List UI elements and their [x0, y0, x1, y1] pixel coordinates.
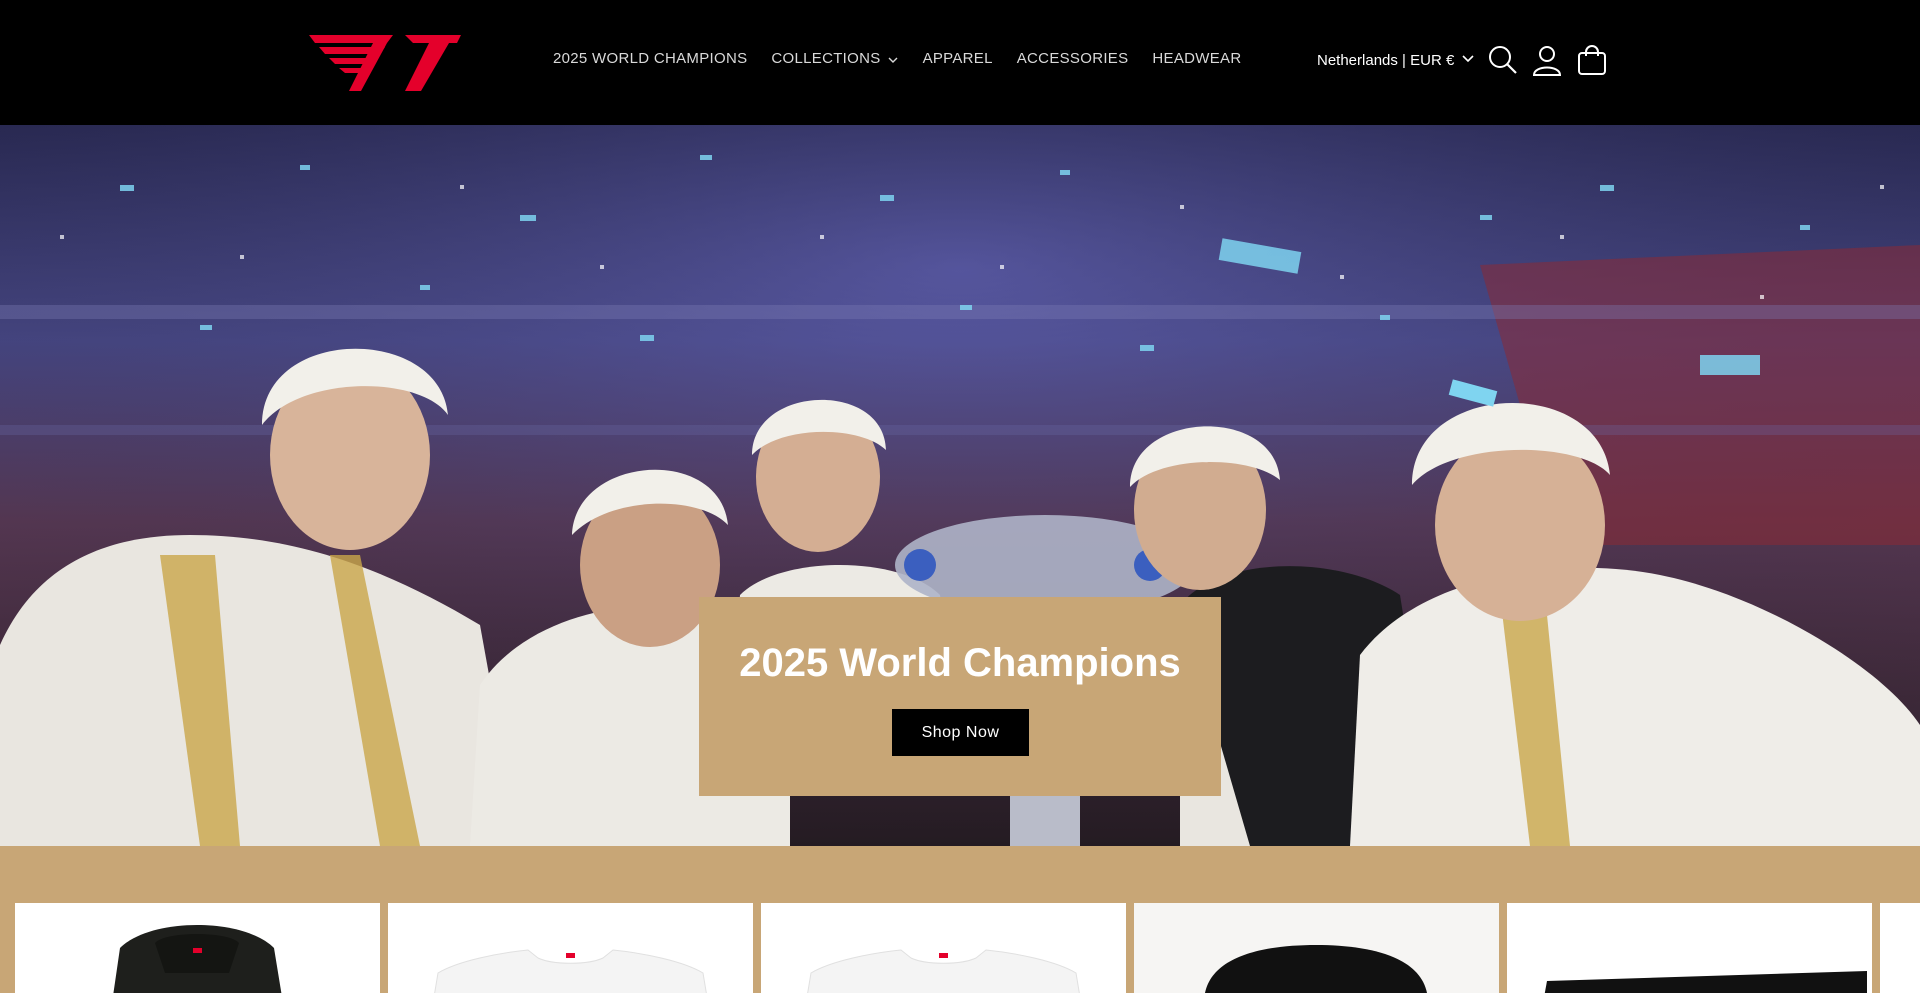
nav-item-label: COLLECTIONS	[771, 50, 881, 67]
shop-now-button[interactable]: Shop Now	[892, 709, 1029, 756]
chevron-down-icon	[1461, 51, 1475, 69]
nav-item-label: HEADWEAR	[1152, 50, 1242, 67]
cart-icon[interactable]	[1576, 44, 1608, 76]
nav-item-2025-world-champions[interactable]: 2025 WORLD CHAMPIONS	[553, 50, 747, 67]
nav-item-headwear[interactable]: HEADWEAR	[1152, 50, 1241, 67]
product-card[interactable]	[761, 903, 1126, 993]
product-image-tshirt	[807, 949, 1080, 993]
account-icon[interactable]	[1531, 44, 1563, 76]
main-nav: 2025 WORLD CHAMPIONS COLLECTIONS APPAREL…	[553, 50, 1242, 67]
product-image-hoodie	[113, 925, 282, 993]
nav-item-apparel[interactable]: APPAREL	[923, 50, 993, 67]
product-card[interactable]	[388, 903, 753, 993]
nav-item-collections[interactable]: COLLECTIONS	[771, 50, 898, 67]
chevron-down-icon	[887, 53, 899, 65]
product-carousel	[0, 846, 1920, 993]
region-label: Netherlands | EUR €	[1317, 51, 1455, 69]
region-selector[interactable]: Netherlands | EUR €	[1317, 51, 1475, 69]
product-image-beanie	[1205, 945, 1427, 993]
site-header: 2025 WORLD CHAMPIONS COLLECTIONS APPAREL…	[0, 0, 1920, 125]
hero-banner: 2025 World Champions Shop Now	[0, 125, 1920, 846]
search-icon[interactable]	[1487, 44, 1519, 76]
nav-item-label: ACCESSORIES	[1016, 50, 1129, 67]
product-card-partial[interactable]	[1880, 903, 1920, 993]
product-image-tshirt	[434, 949, 707, 993]
product-card[interactable]	[1134, 903, 1499, 993]
hero-promo-card: 2025 World Champions Shop Now	[699, 597, 1221, 796]
nav-item-label: 2025 WORLD CHAMPIONS	[553, 50, 748, 67]
hero-title: 2025 World Champions	[739, 641, 1181, 685]
t1-logo[interactable]	[309, 31, 461, 93]
nav-item-accessories[interactable]: ACCESSORIES	[1017, 50, 1129, 67]
product-card[interactable]	[1507, 903, 1872, 993]
product-card[interactable]	[15, 903, 380, 993]
product-image-accessory	[1544, 971, 1867, 993]
nav-item-label: APPAREL	[922, 50, 993, 67]
